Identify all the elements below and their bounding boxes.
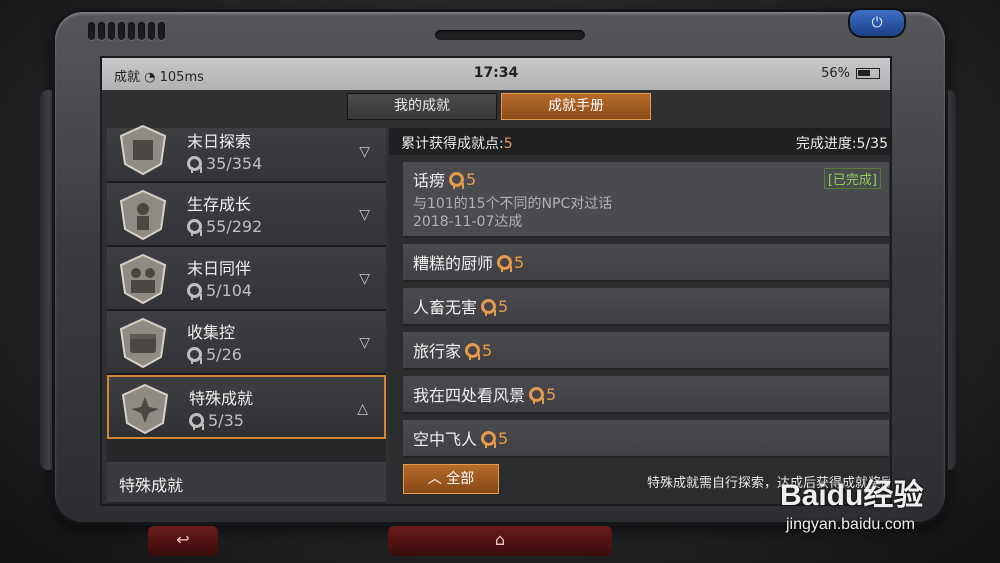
category-count: 5/35	[189, 411, 244, 430]
all-filter-button[interactable]: ︿ 全部	[403, 464, 499, 494]
chevron-down-icon: ▽	[359, 335, 370, 351]
category-count: 5/104	[187, 281, 252, 300]
medal-icon	[187, 219, 202, 236]
power-icon: ⏻	[871, 15, 883, 31]
back-arrow-icon: ↩	[176, 530, 190, 549]
achievement-name: 旅行家	[413, 342, 462, 361]
watermark: Baidu经验 jingyan.baidu.com	[780, 458, 980, 548]
tab-achievement-handbook[interactable]: 成就手册	[501, 93, 651, 120]
tab-my-achievements[interactable]: 我的成就	[347, 93, 497, 120]
completed-badge: [已完成]	[823, 168, 881, 189]
power-button[interactable]: ⏻	[850, 10, 904, 36]
speaker-vent	[88, 22, 165, 40]
achievement-name: 话痨	[413, 171, 446, 190]
tab-bar: 我的成就 成就手册	[347, 93, 651, 120]
achievement-description: 与101的15个不同的NPC对过话	[413, 196, 613, 212]
total-points: 累计获得成就点:5	[401, 136, 513, 152]
category-name: 收集控	[187, 323, 236, 342]
achievement-points: 5	[529, 385, 556, 404]
device-background: ⏻ 成就 ◔ 105ms 17:34 56% 我的成就 成就手册 末日探索 35…	[0, 0, 1000, 563]
medal-icon	[187, 347, 202, 364]
status-right: 56%	[821, 66, 880, 81]
status-bar: 成就 ◔ 105ms 17:34 56%	[102, 58, 890, 90]
achievement-points: 5	[465, 341, 492, 360]
category-name: 末日探索	[187, 132, 252, 151]
battery-percent: 56%	[821, 66, 850, 81]
chevron-down-icon: ▽	[359, 207, 370, 223]
screen: 成就 ◔ 105ms 17:34 56% 我的成就 成就手册 末日探索 35/3…	[100, 56, 892, 506]
category-list: 末日探索 35/354 ▽ 生存成长 55/292 ▽ 末日同伴 5/104 ▽…	[107, 124, 386, 504]
completion-progress: 完成进度:5/35	[795, 136, 888, 152]
achievement-points: 5	[481, 429, 508, 448]
category-item-special[interactable]: 特殊成就 5/35 △	[107, 375, 386, 439]
achievement-row[interactable]: 旅行家 5	[403, 332, 889, 370]
medal-icon	[465, 342, 481, 360]
medal-icon	[497, 254, 513, 272]
chevron-down-icon: ▽	[359, 271, 370, 287]
category-name: 生存成长	[187, 195, 252, 214]
medal-icon	[187, 283, 202, 300]
chevron-up-icon: △	[357, 401, 368, 417]
category-item-collector[interactable]: 收集控 5/26 ▽	[107, 311, 386, 375]
medal-icon	[481, 430, 497, 448]
achievement-row[interactable]: 糟糕的厨师 5	[403, 244, 889, 282]
achievement-name: 我在四处看风景	[413, 386, 526, 405]
collector-emblem-icon	[119, 317, 167, 369]
companions-emblem-icon	[119, 253, 167, 305]
category-count: 35/354	[187, 154, 262, 173]
category-item-exploration[interactable]: 末日探索 35/354 ▽	[107, 124, 386, 183]
chevron-down-icon: ▽	[359, 144, 370, 160]
home-icon: ⌂	[494, 530, 506, 549]
category-item-companions[interactable]: 末日同伴 5/104 ▽	[107, 247, 386, 311]
exploration-emblem-icon	[119, 124, 167, 176]
achievement-row[interactable]: 人畜无害 5	[403, 288, 889, 326]
category-item-growth[interactable]: 生存成长 55/292 ▽	[107, 183, 386, 247]
subcategory-item[interactable]: 特殊成就	[107, 462, 386, 502]
medal-icon	[481, 298, 497, 316]
home-button[interactable]: ⌂	[388, 526, 612, 556]
special-emblem-icon	[121, 383, 169, 435]
achievement-points: 5	[449, 170, 476, 189]
achievement-row-expanded[interactable]: 话痨 5 [已完成] 与101的15个不同的NPC对过话 2018-11-07达成	[403, 162, 889, 238]
category-name: 特殊成就	[189, 389, 254, 408]
achievement-name: 空中飞人	[413, 430, 478, 449]
medal-icon	[529, 386, 545, 404]
category-count: 5/26	[187, 345, 242, 364]
achievement-name: 人畜无害	[413, 298, 478, 317]
achievement-row[interactable]: 空中飞人 5	[403, 420, 889, 458]
medal-icon	[449, 171, 465, 189]
watermark-brand: Baidu经验	[780, 479, 924, 512]
achievement-date: 2018-11-07达成	[413, 214, 523, 230]
chevron-up-icon: ︿	[427, 471, 447, 487]
battery-icon	[856, 68, 880, 79]
back-button[interactable]: ↩	[148, 526, 218, 556]
achievement-points: 5	[481, 297, 508, 316]
medal-icon	[189, 413, 204, 430]
achievement-points: 5	[497, 253, 524, 272]
medal-icon	[187, 156, 202, 173]
achievement-row[interactable]: 我在四处看风景 5	[403, 376, 889, 414]
growth-emblem-icon	[119, 189, 167, 241]
watermark-url: jingyan.baidu.com	[786, 516, 915, 533]
category-count: 55/292	[187, 217, 262, 236]
top-slot	[435, 30, 585, 40]
clock: 17:34	[473, 65, 519, 81]
achievement-pane: 累计获得成就点:5 完成进度:5/35 话痨 5 [已完成] 与101的15个不同…	[389, 128, 890, 504]
category-name: 末日同伴	[187, 259, 252, 278]
summary-bar: 累计获得成就点:5 完成进度:5/35	[389, 128, 890, 155]
achievement-name: 糟糕的厨师	[413, 254, 494, 273]
